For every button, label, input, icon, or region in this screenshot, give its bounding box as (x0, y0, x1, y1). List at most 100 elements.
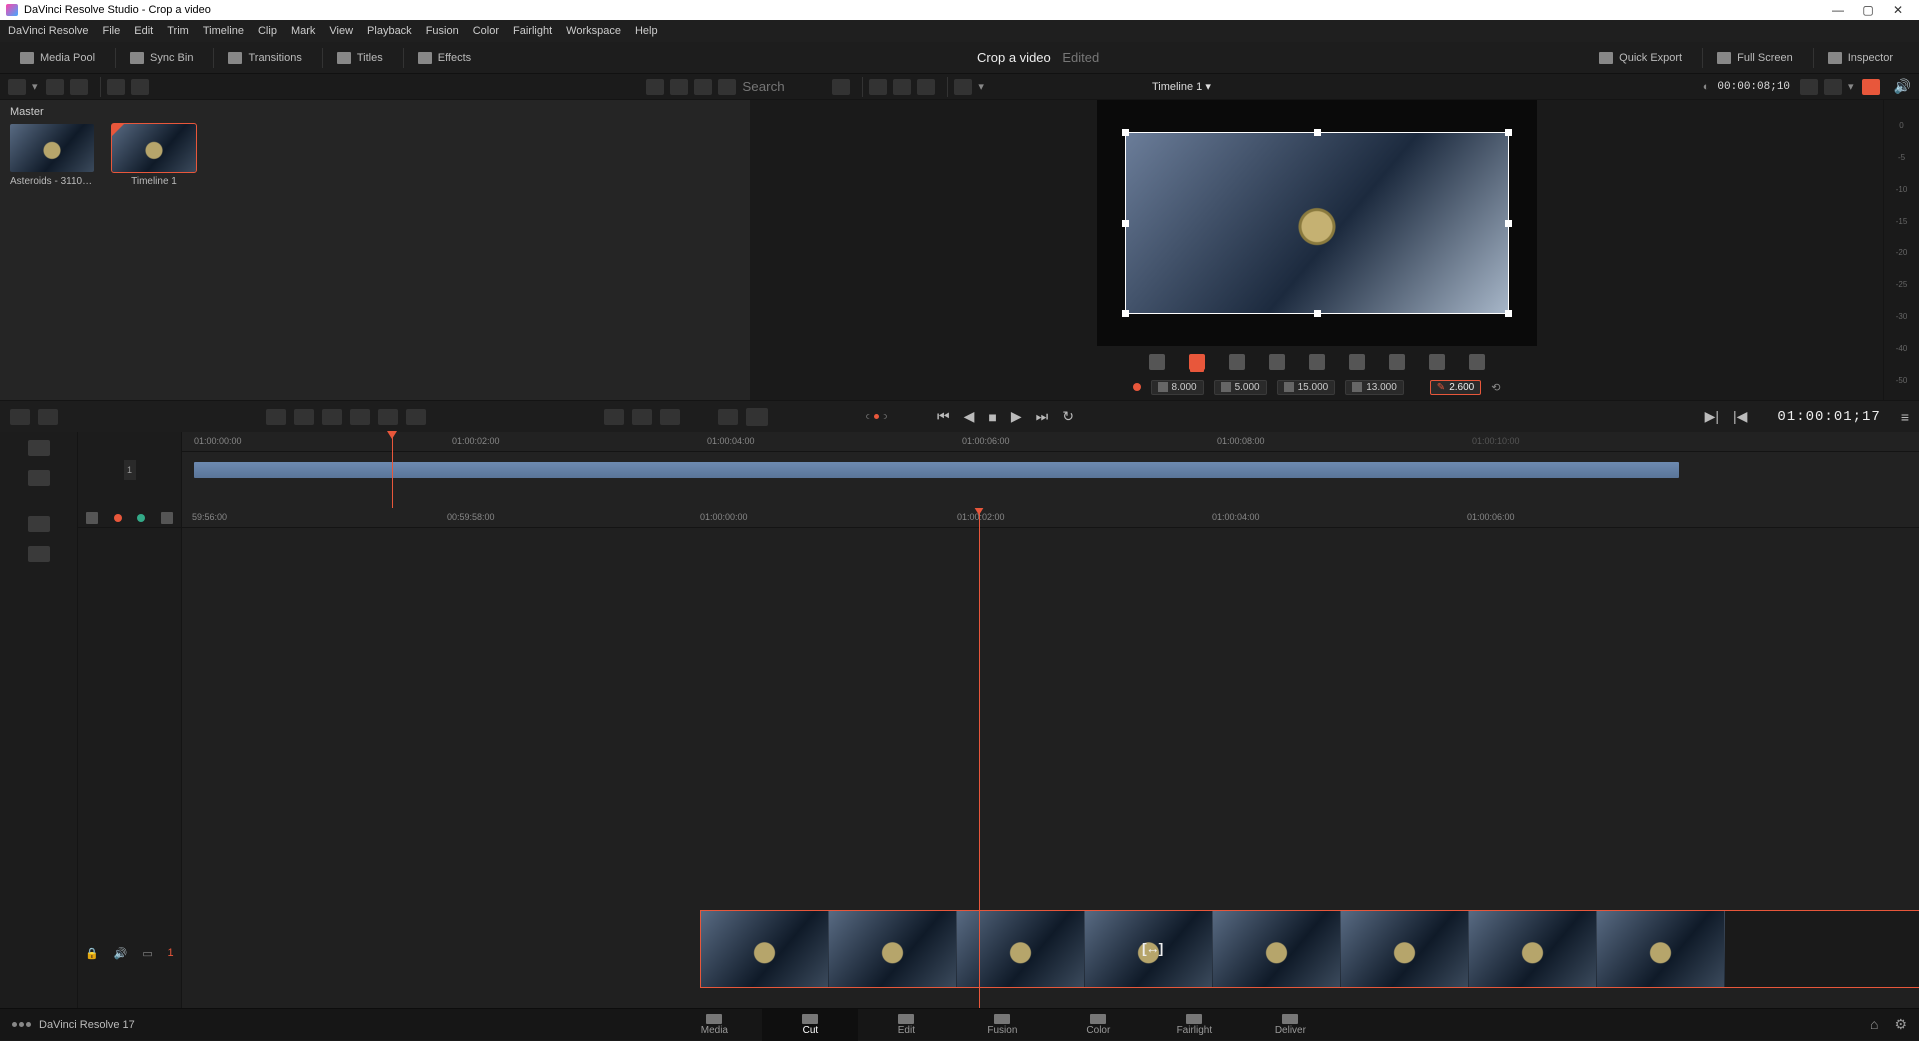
video-clip-track[interactable] (700, 910, 1919, 988)
menu-fusion[interactable]: Fusion (426, 25, 459, 37)
overview-timeline[interactable]: 01:00:00:00 01:00:02:00 01:00:04:00 01:0… (182, 432, 1919, 508)
crop-left-field[interactable]: 8.000 (1151, 380, 1204, 395)
tool-composite-icon[interactable] (1269, 354, 1285, 370)
marker-icon[interactable] (1800, 79, 1818, 95)
goto-end-button[interactable]: ⏭ (1036, 408, 1049, 425)
source-tape-icon[interactable] (869, 79, 887, 95)
menu-view[interactable]: View (329, 25, 353, 37)
home-icon[interactable]: ⌂ (1870, 1016, 1878, 1033)
crop-handle-tl[interactable] (1122, 129, 1129, 136)
append-icon[interactable] (294, 409, 314, 425)
metadata-view-icon[interactable] (646, 79, 664, 95)
menu-fairlight[interactable]: Fairlight (513, 25, 552, 37)
tool-lens-icon[interactable] (1389, 354, 1405, 370)
timeline-viewB-icon[interactable] (28, 470, 50, 486)
menu-file[interactable]: File (103, 25, 121, 37)
detail-timeline[interactable]: 59:56:00 00:59:58:00 01:00:00:00 01:00:0… (182, 508, 1919, 1008)
prev-edit-button[interactable]: ▶| (1705, 408, 1719, 425)
menu-help[interactable]: Help (635, 25, 658, 37)
transitions-toggle[interactable]: Transitions (220, 48, 309, 68)
menu-workspace[interactable]: Workspace (566, 25, 621, 37)
page-color[interactable]: Color (1050, 1009, 1146, 1041)
overview-ruler[interactable]: 01:00:00:00 01:00:02:00 01:00:04:00 01:0… (182, 432, 1919, 452)
maximize-button[interactable]: ▢ (1853, 3, 1883, 17)
tool-crop-icon[interactable] (1189, 354, 1205, 370)
ripple-overwrite-icon[interactable] (322, 409, 342, 425)
close-button[interactable]: ✕ (1883, 3, 1913, 17)
menu-timeline[interactable]: Timeline (203, 25, 244, 37)
crop-handle-ml[interactable] (1122, 220, 1129, 227)
dissolve-icon[interactable] (632, 409, 652, 425)
menu-edit[interactable]: Edit (134, 25, 153, 37)
timeline-dropdown[interactable]: Timeline 1 ▾ (1152, 80, 1211, 93)
list-view-icon[interactable] (718, 79, 736, 95)
chevron-down-icon[interactable]: ▾ (978, 80, 984, 93)
chevron-down-icon[interactable]: ▾ (32, 80, 38, 93)
timeline-menu-icon[interactable]: ≡ (1901, 409, 1909, 425)
detail-ruler[interactable]: 59:56:00 00:59:58:00 01:00:00:00 01:00:0… (182, 508, 1919, 528)
menu-clip[interactable]: Clip (258, 25, 277, 37)
detail-playhead[interactable] (979, 508, 980, 1008)
loop-button[interactable]: ↻ (1062, 408, 1074, 425)
viewer-canvas[interactable] (1097, 100, 1537, 346)
crop-right-field[interactable]: 5.000 (1214, 380, 1267, 395)
smart-insert-icon[interactable] (266, 409, 286, 425)
stop-button[interactable]: ■ (988, 409, 996, 425)
crop-softness-field[interactable]: ✎2.600 (1430, 380, 1481, 395)
inspector-toggle[interactable]: Inspector (1820, 48, 1901, 68)
video-enable-icon[interactable]: ▭ (142, 947, 152, 960)
fullscreen-button[interactable]: Full Screen (1709, 48, 1801, 68)
play-button[interactable]: ▶ (1011, 408, 1022, 425)
source-clip-icon[interactable] (893, 79, 911, 95)
crop-handle-bc[interactable] (1314, 310, 1321, 317)
strip-view-icon[interactable] (694, 79, 712, 95)
page-edit[interactable]: Edit (858, 1009, 954, 1041)
lock-icon[interactable]: 🔒 (85, 947, 99, 960)
bin-list-icon[interactable] (8, 79, 26, 95)
flag-icon[interactable] (1824, 79, 1842, 95)
quickexport-button[interactable]: Quick Export (1591, 48, 1690, 68)
mediapool-toggle[interactable]: Media Pool (12, 48, 103, 68)
titles-toggle[interactable]: Titles (329, 48, 391, 68)
bypass-icon[interactable]: ◐ (1703, 81, 1710, 93)
menu-playback[interactable]: Playback (367, 25, 412, 37)
crop-handle-mr[interactable] (1505, 220, 1512, 227)
source-overwrite-icon[interactable] (406, 409, 426, 425)
resolve-fx-icon[interactable] (131, 79, 149, 95)
tool-transform-icon[interactable] (1149, 354, 1165, 370)
media-timeline-item[interactable]: Timeline 1 (112, 124, 196, 187)
boring-detector-icon[interactable] (10, 409, 30, 425)
project-settings-icon[interactable]: ⚙ (1894, 1016, 1907, 1033)
cut-icon[interactable] (660, 409, 680, 425)
audio-mute-icon[interactable]: 🔊 (114, 947, 128, 960)
tool-speed-icon[interactable] (1309, 354, 1325, 370)
tool-color-icon[interactable] (1429, 354, 1445, 370)
crop-frame[interactable] (1125, 132, 1509, 314)
viewer-mode-icon[interactable] (954, 79, 972, 95)
chevron-down-icon[interactable]: ▾ (1848, 80, 1854, 93)
place-on-top-icon[interactable] (378, 409, 398, 425)
source-overlay-icon[interactable] (917, 79, 935, 95)
next-edit-button[interactable]: |◀ (1733, 408, 1747, 425)
reset-icon[interactable]: ⟲ (1491, 381, 1500, 394)
jog-dots[interactable] (866, 414, 887, 419)
tool-audio-icon[interactable] (1469, 354, 1485, 370)
sort-icon[interactable] (832, 79, 850, 95)
import-folder-icon[interactable] (70, 79, 88, 95)
tool-stabilize-icon[interactable] (1349, 354, 1365, 370)
menu-color[interactable]: Color (473, 25, 499, 37)
marker-tool-icon[interactable] (86, 512, 98, 524)
overview-clip[interactable] (194, 462, 1679, 478)
step-back-button[interactable]: ◀ (964, 408, 975, 425)
crop-handle-tc[interactable] (1314, 129, 1321, 136)
video-only-icon[interactable] (161, 512, 173, 524)
record-dot-icon[interactable] (114, 514, 122, 522)
page-deliver[interactable]: Deliver (1242, 1009, 1338, 1041)
link-icon[interactable] (28, 546, 50, 562)
timeline-options-icon[interactable] (746, 408, 768, 426)
page-fusion[interactable]: Fusion (954, 1009, 1050, 1041)
menu-davinci[interactable]: DaVinci Resolve (8, 25, 89, 37)
syncbin-toggle[interactable]: Sync Bin (122, 48, 201, 68)
goto-start-button[interactable]: ⏮ (937, 408, 950, 425)
search-input[interactable] (742, 79, 832, 94)
